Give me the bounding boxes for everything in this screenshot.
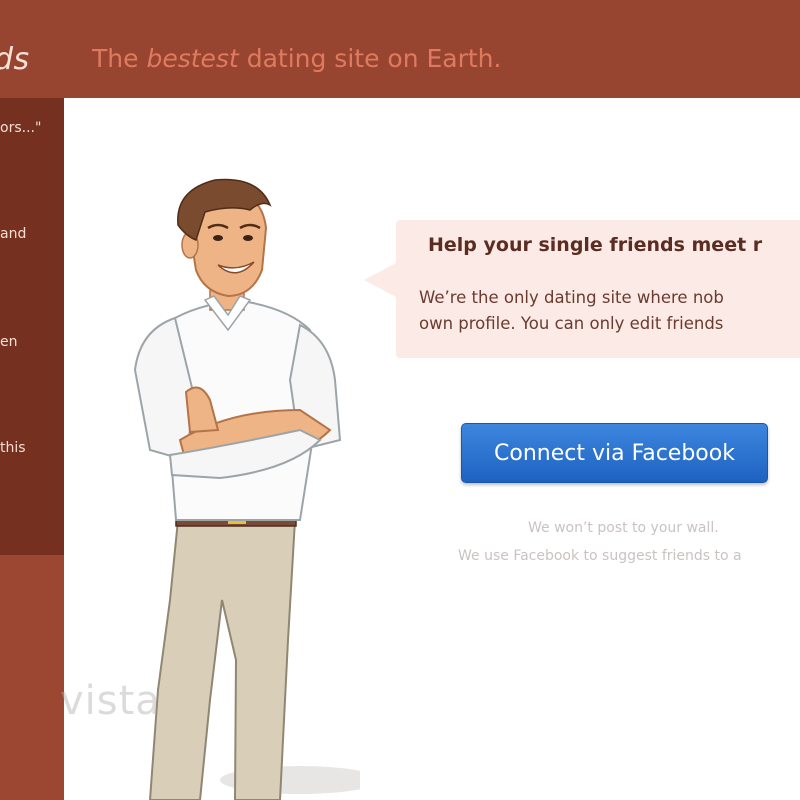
watermark: vista [60,678,161,724]
sidebar-item-4: this [0,440,26,456]
tagline-prefix: The [92,44,147,73]
sidebar-lower-panel [0,555,64,800]
tagline: The bestest dating site on Earth. [92,44,501,73]
sidebar: ors..." and en this [0,98,64,555]
bubble-line-1: We’re the only dating site where nob [419,288,724,307]
bubble-description: We’re the only dating site where nob own… [419,285,800,337]
sidebar-item-3: en [0,334,18,350]
bubble-line-2: own profile. You can only edit friends [419,314,724,333]
connect-facebook-button[interactable]: Connect via Facebook [461,423,768,483]
tagline-suffix: dating site on Earth. [238,44,502,73]
privacy-note: We won’t post to your wall. [528,520,719,536]
sidebar-item-2: and [0,226,27,242]
speech-bubble-arrow [364,262,398,298]
logo[interactable]: ds [0,42,30,77]
header: ds The bestest dating site on Earth. [0,0,800,98]
bubble-title: Help your single friends meet r [428,234,763,256]
facebook-usage-note: We use Facebook to suggest friends to a [458,548,742,564]
tagline-emphasis: bestest [146,44,239,73]
sidebar-item-1: ors..." [0,120,42,136]
